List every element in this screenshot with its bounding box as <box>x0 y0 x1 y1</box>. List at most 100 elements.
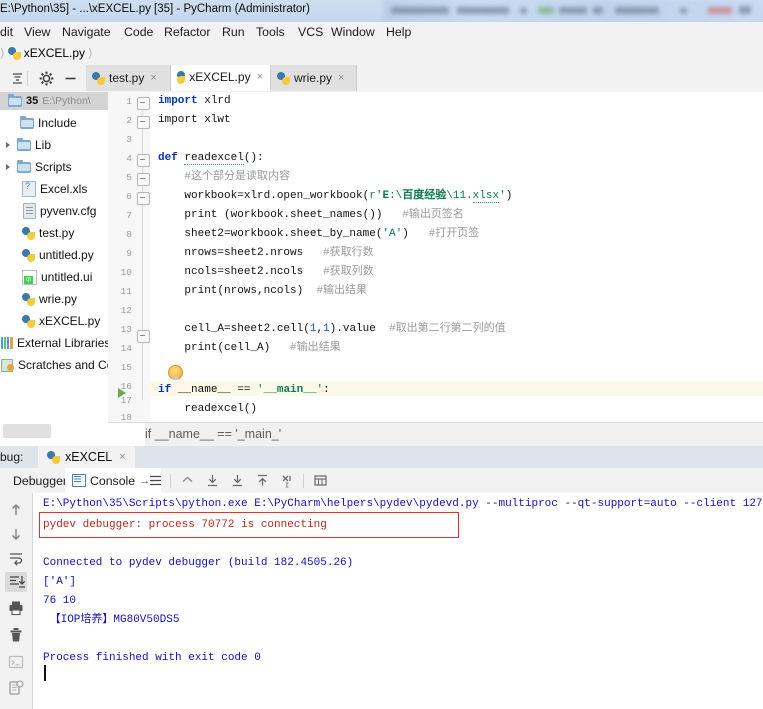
line-number: 10 <box>120 267 132 278</box>
code-line-2: import xlwt <box>158 114 231 126</box>
menu-item-vcs[interactable]: VCS <box>298 25 323 39</box>
line-number: 13 <box>120 324 132 335</box>
menu-bar: dit View Navigate Code Refactor Run Tool… <box>0 22 763 45</box>
settings-gear-icon[interactable] <box>38 70 55 87</box>
tree-item-wrie-py[interactable]: wrie.py <box>0 290 77 308</box>
tree-item-root[interactable]: 35 E:\Python\ <box>0 92 108 110</box>
code-line-7: print (workbook.sheet_names()) #输出页签名 <box>184 209 464 221</box>
tree-item-label: untitled.ui <box>41 270 93 284</box>
tree-item-label: External Libraries <box>17 336 109 350</box>
breadcrumb-bar: ⟩ xEXCEL.py ⟩ <box>0 44 763 66</box>
tab-debugger[interactable]: Debugger <box>6 468 74 493</box>
code-line-4: def readexcel(): <box>158 152 264 165</box>
print-icon[interactable] <box>7 599 25 617</box>
console-line-debugger-connecting: pydev debugger: process 70772 is connect… <box>43 519 327 531</box>
fold-toggle-icon[interactable] <box>137 192 150 205</box>
tree-item-include[interactable]: Include <box>0 114 77 132</box>
tree-item-label: pyvenv.cfg <box>40 204 97 218</box>
menu-item-navigate[interactable]: Navigate <box>62 25 111 39</box>
menu-item-tools[interactable]: Tools <box>256 25 285 39</box>
fold-toggle-icon[interactable] <box>137 173 150 186</box>
line-number: 11 <box>120 286 132 297</box>
code-line-17: if __name__ == '__main__': <box>158 384 330 396</box>
close-icon[interactable]: × <box>257 71 263 83</box>
fold-toggle-icon[interactable] <box>137 154 150 167</box>
tree-item-xexcel-py[interactable]: xEXCEL.py <box>0 312 100 330</box>
close-icon[interactable]: × <box>338 72 344 84</box>
tab-test-py[interactable]: test.py × <box>86 65 171 91</box>
debug-title-bar: bug: xEXCEL × <box>0 446 763 468</box>
run-gutter-icon[interactable] <box>118 388 126 398</box>
python-file-icon <box>92 71 105 85</box>
code-editor[interactable]: 1 2 3 4 5 6 7 8 9 10 11 12 13 14 15 16 1… <box>108 92 763 423</box>
python-file-icon <box>22 314 35 328</box>
scroll-to-end-icon[interactable] <box>5 572 27 592</box>
tab-label: Console <box>90 473 136 488</box>
hint-text: if __name__ == '_main_' <box>145 427 282 441</box>
collapse-all-icon[interactable] <box>9 70 26 87</box>
python-file-icon <box>277 71 290 85</box>
tree-item-scripts[interactable]: Scripts <box>0 158 72 176</box>
chevron-right-icon[interactable] <box>4 141 13 150</box>
menu-item-run[interactable]: Run <box>222 25 245 39</box>
cfg-file-icon <box>23 203 36 219</box>
scroll-to-end-icon[interactable] <box>230 473 245 488</box>
up-arrow-icon[interactable] <box>7 501 25 519</box>
window-title: E:\Python\35] - ...\xEXCEL.py [35] - PyC… <box>0 3 310 15</box>
tree-item-pyvenv-cfg[interactable]: pyvenv.cfg <box>0 202 96 220</box>
tab-wrie-py[interactable]: wrie.py × <box>271 65 357 91</box>
scroll-up-icon[interactable] <box>180 473 195 488</box>
tree-item-lib[interactable]: Lib <box>0 136 51 154</box>
tab-xexcel-py[interactable]: xEXCEL.py × <box>171 65 271 91</box>
tree-item-scratches-and-consoles[interactable]: Scratches and Consoles <box>0 356 108 374</box>
tree-item-test-py[interactable]: test.py <box>0 224 74 242</box>
menu-item-help[interactable]: Help <box>386 25 411 39</box>
delete-trash-icon[interactable] <box>7 626 25 644</box>
breadcrumb-item-xexcel[interactable]: xEXCEL.py <box>24 46 85 60</box>
code-line-14: print(cell_A) #输出结果 <box>184 342 341 354</box>
debug-session-label: xEXCEL <box>65 450 113 464</box>
tab-label: Debugger <box>13 473 68 488</box>
code-line-6: workbook=xlrd.open_workbook(r'E:\百度经验\11… <box>184 190 513 203</box>
console-side-toolbar <box>0 493 33 709</box>
code-text-area[interactable]: import xlrd import xlwt def readexcel():… <box>150 92 763 422</box>
menu-item-code[interactable]: Code <box>124 25 153 39</box>
tab-console[interactable]: Console →· <box>65 468 161 493</box>
tree-item-untitled-py[interactable]: untitled.py <box>0 246 94 264</box>
console-output[interactable]: E:\Python\35\Scripts\python.exe E:\PyCha… <box>33 493 763 709</box>
debug-sub-toolbar: Debugger Console →· <box>0 468 763 494</box>
debug-tool-window: bug: xEXCEL × Debugger Console →· E:\Pyt… <box>0 446 763 709</box>
folder-icon <box>17 159 31 173</box>
python-file-icon <box>22 248 35 262</box>
menu-item-edit[interactable]: dit <box>0 25 13 39</box>
tree-item-label: Scratches and Consoles <box>18 358 108 372</box>
tree-item-label: wrie.py <box>39 292 78 306</box>
table-view-icon[interactable] <box>313 473 328 488</box>
fold-toggle-icon[interactable] <box>137 330 150 343</box>
intention-bulb-icon[interactable] <box>168 365 183 380</box>
down-arrow-icon[interactable] <box>7 525 25 543</box>
menu-item-window[interactable]: Window <box>331 25 375 39</box>
soft-wrap-lines-icon[interactable] <box>7 549 25 567</box>
tree-item-external-libraries[interactable]: External Libraries <box>0 334 109 352</box>
close-console-icon[interactable] <box>280 473 295 488</box>
copy-to-clipboard-icon[interactable] <box>7 679 25 697</box>
chevron-right-icon[interactable] <box>4 163 13 172</box>
tree-item-excel-xls[interactable]: Excel.xls <box>0 180 87 198</box>
fold-toggle-icon[interactable] <box>137 97 150 110</box>
fold-toggle-icon[interactable] <box>137 116 150 129</box>
code-line-8: sheet2=workbook.sheet_by_name('A') #打开页签 <box>184 228 480 240</box>
soft-wrap-icon[interactable] <box>148 473 163 488</box>
debug-session-tab-xexcel[interactable]: xEXCEL × <box>38 446 135 468</box>
close-icon[interactable]: × <box>150 72 156 84</box>
tool-window-button[interactable] <box>3 424 51 438</box>
tree-item-label: test.py <box>39 226 75 240</box>
menu-item-refactor[interactable]: Refactor <box>164 25 210 39</box>
tree-item-untitled-ui[interactable]: qt untitled.ui <box>0 268 92 286</box>
hide-panel-icon[interactable] <box>62 70 79 87</box>
close-icon[interactable]: × <box>119 451 125 463</box>
scroll-down-icon[interactable] <box>205 473 220 488</box>
folder-icon <box>8 93 22 107</box>
scroll-to-top-icon[interactable] <box>255 473 270 488</box>
menu-item-view[interactable]: View <box>24 25 50 39</box>
